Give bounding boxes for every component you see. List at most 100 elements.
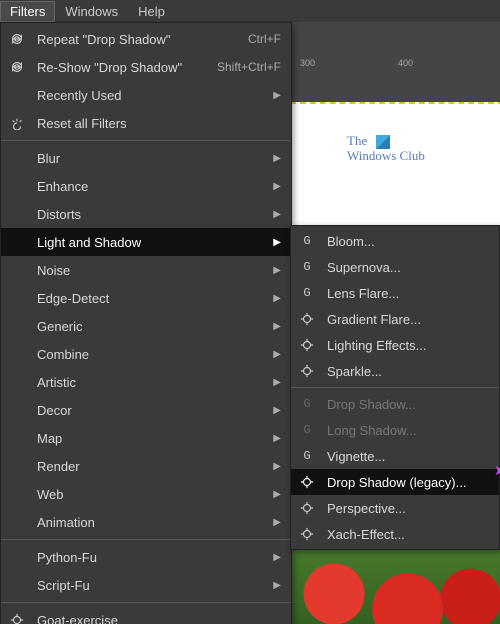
menuitem-label: Vignette... [327,449,489,464]
submenu-xach-effect[interactable]: Xach-Effect... [291,521,499,547]
submenu-arrow-icon: ▶ [273,580,281,591]
menuitem-label: Blur [37,151,267,166]
menuitem-label: Web [37,487,267,502]
watermark: The Windows Club [347,134,425,163]
submenu-arrow-icon: ▶ [273,552,281,563]
submenu-sparkle[interactable]: Sparkle... [291,358,499,384]
submenu-perspective[interactable]: Perspective... [291,495,499,521]
blank-icon [9,402,25,418]
submenu-supernova[interactable]: GSupernova... [291,254,499,280]
menuitem-label: Re-Show "Drop Shadow" [37,60,217,75]
blank-icon [9,262,25,278]
separator [1,602,291,603]
submenu-gradient-flare[interactable]: Gradient Flare... [291,306,499,332]
menuitem-enhance[interactable]: Enhance▶ [1,172,291,200]
menuitem-web[interactable]: Web ▶ [1,480,291,508]
menuitem-animation[interactable]: Animation▶ [1,508,291,536]
watermark-line2: Windows Club [347,148,425,163]
menuitem-repeat[interactable]: Repeat "Drop Shadow" Ctrl+F [1,25,291,53]
menuitem-reshow[interactable]: Re-Show "Drop Shadow" Shift+Ctrl+F [1,53,291,81]
blank-icon [9,346,25,362]
plugin-icon [299,311,315,327]
submenu-lens-flare[interactable]: G Lens Flare... [291,280,499,306]
menuitem-decor[interactable]: Decor ▶ [1,396,291,424]
gegl-icon: G [299,448,315,464]
menuitem-label: Noise [37,263,267,278]
submenu-arrow-icon: ▶ [273,293,281,304]
submenu-drop-shadow: GDrop Shadow... [291,391,499,417]
menuitem-label: Render [37,459,267,474]
menuitem-noise[interactable]: Noise ▶ [1,256,291,284]
menuitem-label: Supernova... [327,260,489,275]
plugin-icon [299,474,315,490]
menuitem-shortcut: Shift+Ctrl+F [217,60,281,74]
submenu-arrow-icon: ▶ [273,265,281,276]
gegl-icon: G [299,422,315,438]
menuitem-light-and-shadow[interactable]: Light and Shadow▶ [1,228,291,256]
menuitem-label: Sparkle... [327,364,489,379]
blank-icon [9,374,25,390]
submenu-arrow-icon: ▶ [273,237,281,248]
separator [291,387,499,388]
menuitem-combine[interactable]: Combine▶ [1,340,291,368]
blank-icon [9,290,25,306]
ruler-horizontal: 300 400 [290,52,500,76]
blank-icon [9,458,25,474]
menuitem-map[interactable]: Map▶ [1,424,291,452]
menuitem-label: Edge-Detect [37,291,267,306]
menuitem-artistic[interactable]: Artistic▶ [1,368,291,396]
submenu-lighting-effects[interactable]: Lighting Effects... [291,332,499,358]
blank-icon [9,318,25,334]
menuitem-label: Decor [37,403,267,418]
submenu-arrow-icon: ▶ [273,489,281,500]
blank-icon [9,577,25,593]
submenu-arrow-icon: ▶ [273,461,281,472]
submenu-arrow-icon: ▶ [273,321,281,332]
filters-menu: Repeat "Drop Shadow" Ctrl+F Re-Show "Dro… [0,22,292,624]
menuitem-distorts[interactable]: Distorts ▶ [1,200,291,228]
plugin-icon [299,337,315,353]
submenu-arrow-icon: ▶ [273,209,281,220]
menuitem-label: Repeat "Drop Shadow" [37,32,248,47]
menuitem-render[interactable]: Render ▶ [1,452,291,480]
menuitem-recently-used[interactable]: Recently Used ▶ [1,81,291,109]
menuitem-label: Generic [37,319,267,334]
blank-icon [9,514,25,530]
mouse-cursor-icon: ➤ [494,462,500,479]
plugin-icon [9,612,25,624]
gegl-icon: G [299,285,315,301]
watermark-logo-icon [376,135,390,149]
menuitem-goat-exercise[interactable]: Goat-exercise [1,606,291,624]
blank-icon [9,87,25,103]
submenu-bloom[interactable]: GBloom... [291,228,499,254]
menuitem-edge-detect[interactable]: Edge-Detect ▶ [1,284,291,312]
plugin-icon [299,363,315,379]
menuitem-python-fu[interactable]: Python-Fu▶ [1,543,291,571]
plugin-icon [299,500,315,516]
menuitem-label: Gradient Flare... [327,312,489,327]
menuitem-blur[interactable]: Blur▶ [1,144,291,172]
menu-help[interactable]: Help [128,1,175,22]
blank-icon [9,178,25,194]
menuitem-generic[interactable]: Generic ▶ [1,312,291,340]
ruler-tick: 400 [398,58,413,68]
menuitem-label: Lens Flare... [327,286,489,301]
menuitem-label: Bloom... [327,234,489,249]
menuitem-label: Goat-exercise [37,613,281,624]
blank-icon [9,150,25,166]
blank-icon [9,549,25,565]
submenu-drop-shadow-legacy[interactable]: Drop Shadow (legacy)... [291,469,499,495]
menuitem-label: Perspective... [327,501,489,516]
menuitem-label: Drop Shadow (legacy)... [327,475,489,490]
menuitem-label: Distorts [37,207,267,222]
submenu-arrow-icon: ▶ [273,433,281,444]
menuitem-script-fu[interactable]: Script-Fu▶ [1,571,291,599]
menuitem-reset-filters[interactable]: Reset all Filters [1,109,291,137]
gegl-icon: G [299,396,315,412]
submenu-vignette[interactable]: G Vignette... [291,443,499,469]
menu-filters[interactable]: Filters [0,1,55,22]
ruler-tick: 300 [300,58,315,68]
menuitem-label: Combine [37,347,267,362]
menu-windows[interactable]: Windows [55,1,128,22]
submenu-arrow-icon: ▶ [273,405,281,416]
